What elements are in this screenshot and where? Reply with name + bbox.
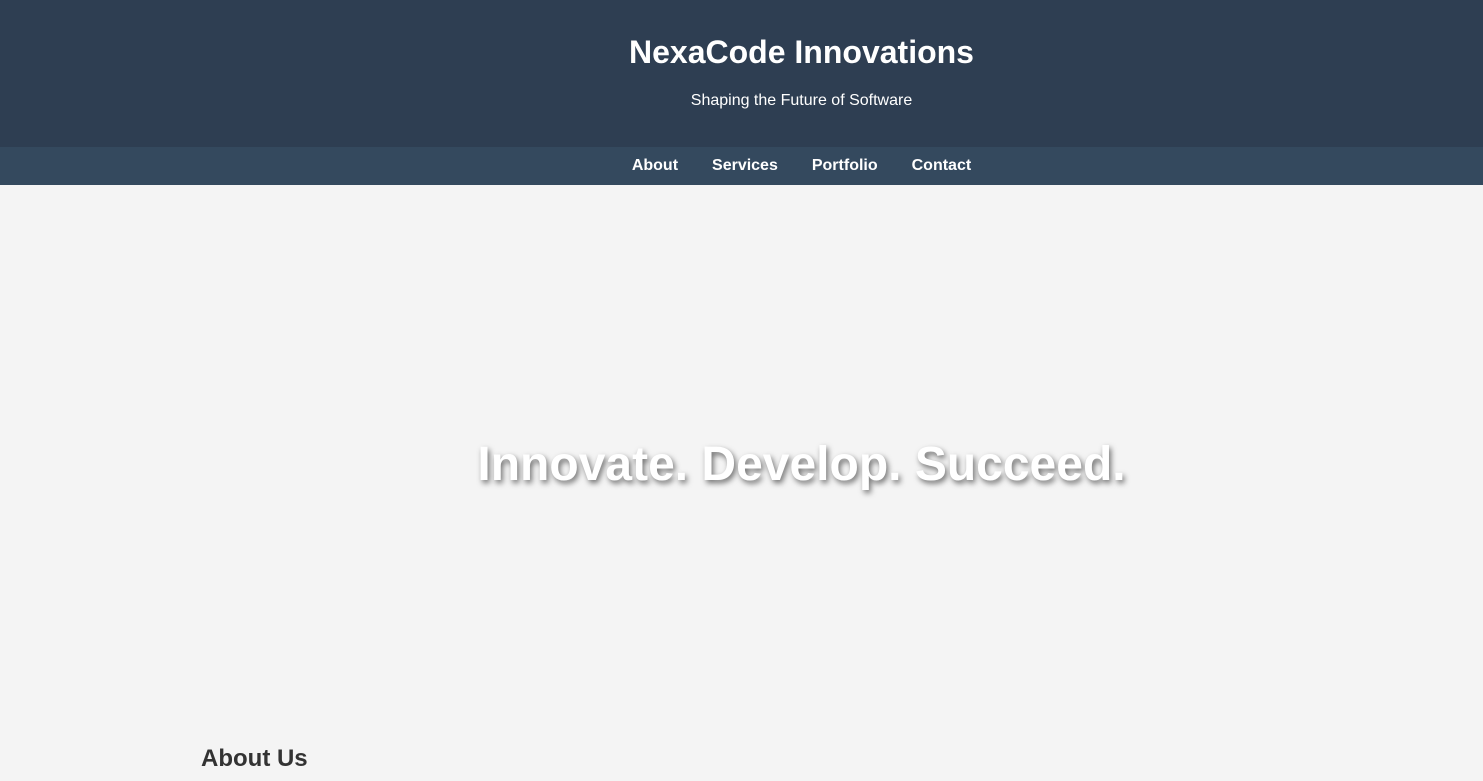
nav-link-services[interactable]: Services [695, 147, 795, 185]
site-tagline: Shaping the Future of Software [690, 92, 913, 109]
nav-item-about: About [615, 147, 695, 185]
about-heading: About Us [201, 745, 308, 772]
nav-item-contact: Contact [895, 147, 989, 185]
nav-link-portfolio[interactable]: Portfolio [795, 147, 895, 185]
main-nav: About Services Portfolio Contact [0, 147, 1483, 185]
site-header: NexaCode Innovations Shaping the Future … [0, 0, 1483, 147]
hero-section: Innovate. Develop. Succeed. [0, 185, 1483, 745]
site-title: NexaCode Innovations [629, 34, 974, 70]
hero-headline: Innovate. Develop. Succeed. [477, 438, 1126, 491]
nav-link-contact[interactable]: Contact [895, 147, 989, 185]
nav-link-about[interactable]: About [615, 147, 695, 185]
nav-item-services: Services [695, 147, 795, 185]
nav-item-portfolio: Portfolio [795, 147, 895, 185]
nav-list: About Services Portfolio Contact [495, 147, 988, 185]
